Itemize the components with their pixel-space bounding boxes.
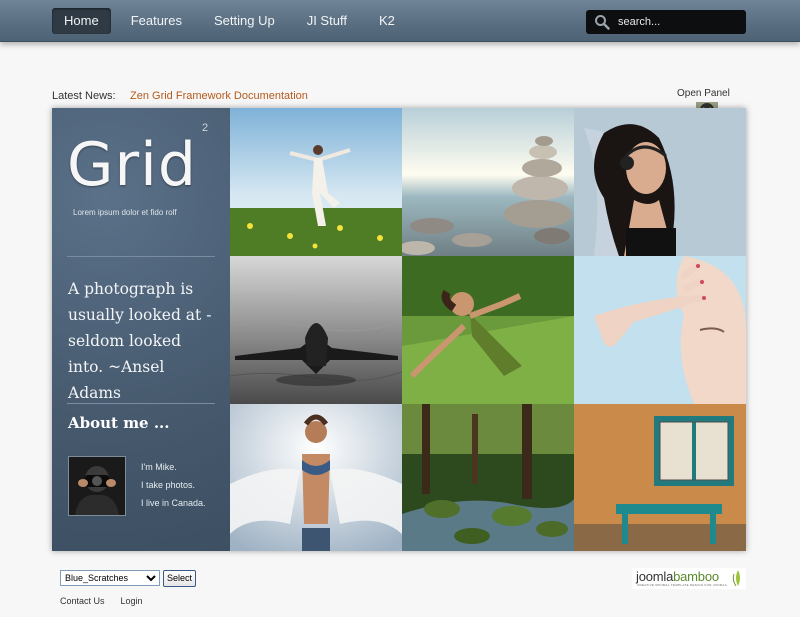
logo-superscript: 2 xyxy=(202,122,209,134)
site-logo[interactable]: Grid xyxy=(67,130,197,200)
headphones-woman-photo[interactable] xyxy=(574,108,746,256)
login-link[interactable]: Login xyxy=(121,596,143,606)
brand-name-second: bamboo xyxy=(673,569,719,584)
select-button[interactable]: Select xyxy=(163,569,197,587)
brand-tagline: CREATIVE MINIMAL TEMPLATE DESIGN FOR JOO… xyxy=(637,583,727,587)
latest-news-label: Latest News: xyxy=(52,90,116,102)
nav-k2[interactable]: K2 xyxy=(367,8,407,34)
latest-news: Latest News: Zen Grid Framework Documenta… xyxy=(52,90,308,102)
sidebar-divider xyxy=(67,403,215,404)
brand-logo[interactable]: joomlabamboo CREATIVE MINIMAL TEMPLATE D… xyxy=(632,568,746,589)
latest-news-link[interactable]: Zen Grid Framework Documentation xyxy=(130,90,308,102)
site-tagline: Lorem ipsum dolor et fido rolf xyxy=(73,208,177,217)
bamboo-leaf-icon xyxy=(732,570,740,586)
theme-switcher: Blue_Scratches Select xyxy=(60,568,197,587)
main-menu: Home Features Setting Up JI Stuff K2 xyxy=(52,8,415,34)
window-bench-wall-photo[interactable] xyxy=(574,404,746,551)
search-icon xyxy=(595,15,610,30)
about-text: I'm Mike. I take photos. I live in Canad… xyxy=(141,458,206,512)
dancer-meadow-photo[interactable] xyxy=(230,108,402,256)
forest-stream-photo[interactable] xyxy=(402,404,574,551)
sidebar: Grid 2 Lorem ipsum dolor et fido rolf A … xyxy=(52,108,230,551)
brand-name-first: joomla xyxy=(636,569,674,584)
nav-setting-up[interactable]: Setting Up xyxy=(202,8,287,34)
top-navigation-bar: Home Features Setting Up JI Stuff K2 xyxy=(0,0,800,42)
nav-ji-stuff[interactable]: JI Stuff xyxy=(295,8,359,34)
search-box xyxy=(586,10,746,34)
theme-select[interactable]: Blue_Scratches xyxy=(60,570,160,586)
face-hand-photo[interactable] xyxy=(574,256,746,404)
open-panel-link[interactable]: Open Panel xyxy=(677,88,730,99)
woman-in-water-photo[interactable] xyxy=(230,256,402,404)
avatar xyxy=(68,456,126,516)
brand-name: joomlabamboo xyxy=(636,569,719,584)
sidebar-quote: A photograph is usually looked at - seld… xyxy=(68,280,212,402)
woman-sky-photo[interactable] xyxy=(230,404,402,551)
nav-features[interactable]: Features xyxy=(119,8,194,34)
about-line: I live in Canada. xyxy=(141,498,206,508)
about-line: I'm Mike. xyxy=(141,462,177,472)
main-content: Grid 2 Lorem ipsum dolor et fido rolf A … xyxy=(52,108,746,551)
stacked-stones-photo[interactable] xyxy=(402,108,574,256)
sidebar-divider xyxy=(67,256,215,257)
search-input[interactable] xyxy=(616,15,740,29)
about-line: I take photos. xyxy=(141,480,196,490)
about-title: About me ... xyxy=(68,414,170,432)
nav-home[interactable]: Home xyxy=(52,8,111,34)
footer-links: Contact Us Login xyxy=(60,596,159,606)
woman-arms-open-photo[interactable] xyxy=(402,256,574,404)
contact-us-link[interactable]: Contact Us xyxy=(60,596,105,606)
